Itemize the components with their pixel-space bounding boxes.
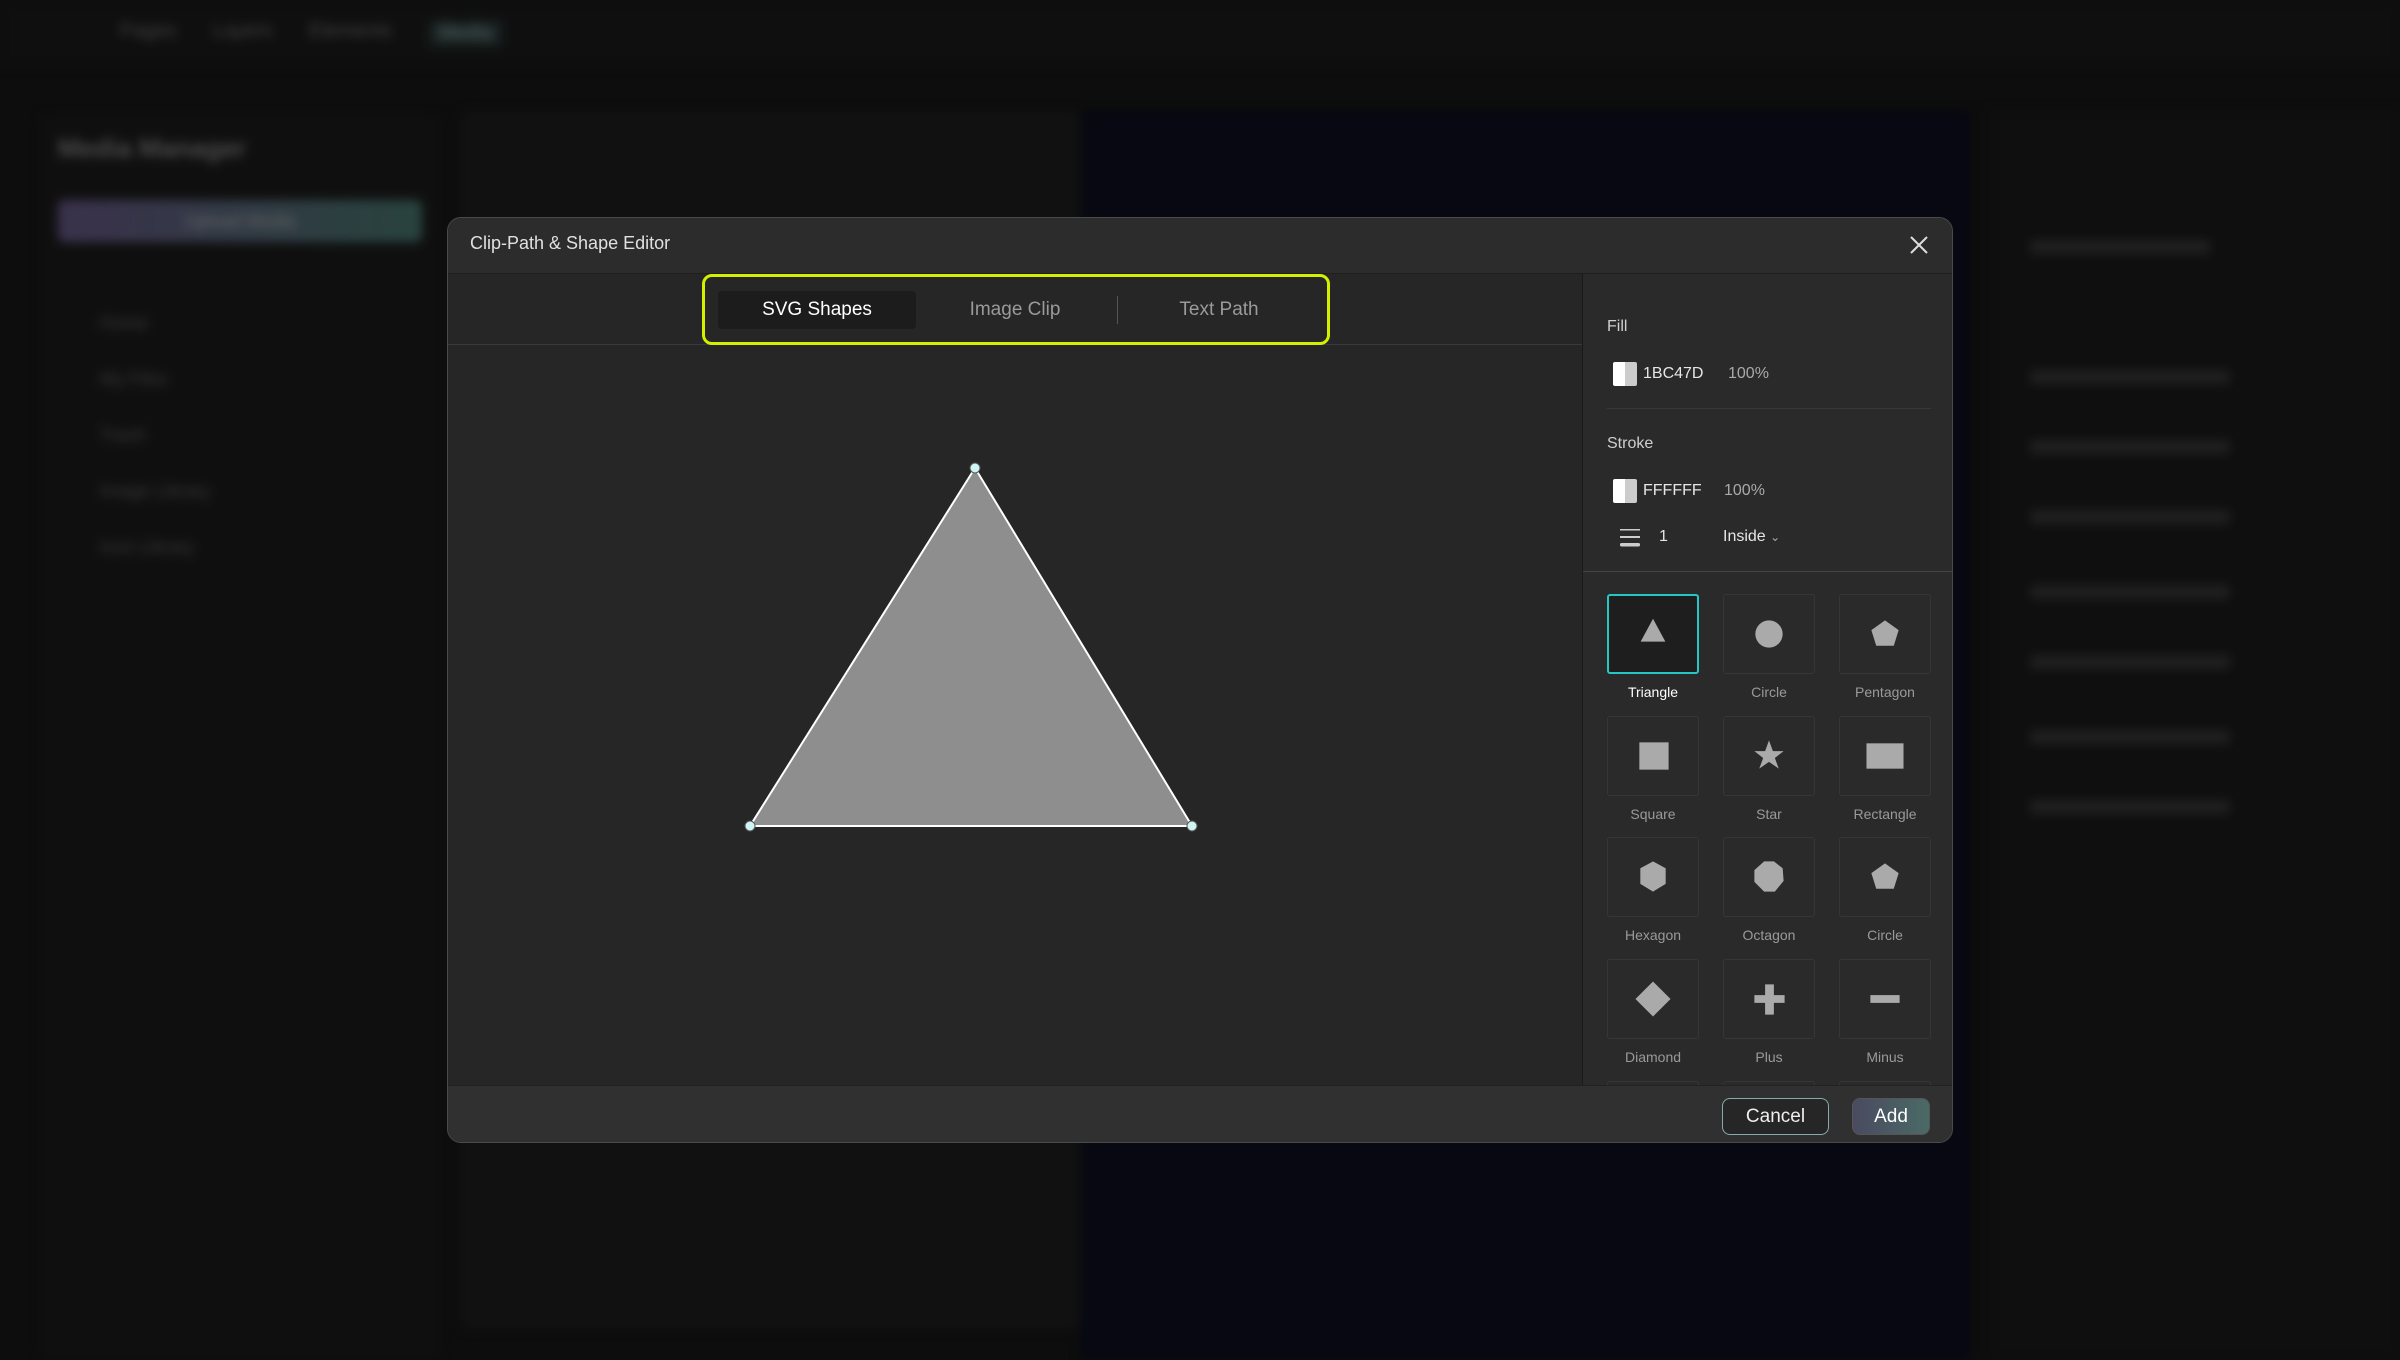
star-shape-icon: [1754, 740, 1784, 769]
shape-option-octagon[interactable]: [1723, 837, 1815, 917]
triangle-shape[interactable]: [748, 466, 1194, 827]
shape-option-label: Pentagon: [1855, 684, 1915, 700]
divider: [1583, 571, 1952, 572]
fill-hex[interactable]: 1BC47D: [1643, 365, 1703, 383]
stroke-position-value: Inside: [1723, 528, 1766, 545]
stroke-label: Stroke: [1607, 435, 1654, 452]
cancel-button[interactable]: Cancel: [1722, 1098, 1829, 1135]
fill-label: Fill: [1607, 318, 1628, 335]
pentagon-shape-icon: [1871, 620, 1899, 646]
fill-swatch[interactable]: [1613, 362, 1637, 386]
shape-option-hexagon[interactable]: [1607, 837, 1699, 917]
square-shape-icon: [1639, 742, 1669, 770]
dialog-title: Clip-Path & Shape Editor: [470, 233, 671, 253]
stroke-position-select[interactable]: Inside ⌄: [1723, 528, 1780, 546]
chevron-down-icon: ⌄: [1770, 530, 1781, 544]
octagon-shape-icon: [1754, 861, 1784, 892]
stroke-hex[interactable]: FFFFFF: [1643, 482, 1702, 500]
shape-canvas[interactable]: [448, 345, 1582, 1085]
shape-option-circle[interactable]: [1839, 837, 1931, 917]
stroke-weight-icon: [1620, 529, 1640, 547]
tabs-bar: SVG Shapes Image Clip Text Path: [448, 274, 1582, 345]
vertex-handle[interactable]: [744, 820, 756, 832]
triangle-shape-icon: [1640, 618, 1666, 642]
stroke-width-value[interactable]: 1: [1659, 528, 1668, 546]
tab-text-path[interactable]: Text Path: [1120, 291, 1318, 329]
tab-divider: [1117, 296, 1118, 324]
stroke-swatch[interactable]: [1613, 479, 1637, 503]
shape-option-label: Minus: [1866, 1049, 1904, 1065]
diamond-shape-icon: [1635, 981, 1671, 1017]
dialog-footer: Cancel Add: [448, 1085, 1952, 1142]
shape-option-label: Hexagon: [1624, 927, 1682, 943]
fill-opacity[interactable]: 100%: [1728, 365, 1769, 383]
shape-option-label: Circle: [1751, 684, 1787, 700]
shape-option-minus[interactable]: [1839, 959, 1931, 1039]
add-button[interactable]: Add: [1852, 1098, 1930, 1135]
shape-option-label: Plus: [1755, 1049, 1783, 1065]
shape-properties-sidebar: Fill 1BC47D 100% Stroke FFFFFF 100% 1 In…: [1582, 274, 1952, 1085]
close-icon[interactable]: [1904, 230, 1934, 260]
tab-image-clip[interactable]: Image Clip: [916, 291, 1114, 329]
hexagon-shape-icon: [1640, 861, 1666, 892]
stroke-opacity[interactable]: 100%: [1724, 482, 1765, 500]
shape-option-square[interactable]: [1607, 716, 1699, 796]
circle-shape-icon: [1755, 620, 1783, 648]
vertex-handle[interactable]: [1186, 820, 1198, 832]
circle-shape-icon: [1871, 863, 1899, 889]
shape-option-star[interactable]: [1723, 716, 1815, 796]
shape-option-label: Star: [1756, 806, 1782, 822]
shape-option-diamond[interactable]: [1607, 959, 1699, 1039]
vertex-handle[interactable]: [969, 462, 981, 474]
tab-svg-shapes[interactable]: SVG Shapes: [718, 291, 916, 329]
shape-option-label: Octagon: [1742, 927, 1796, 943]
shape-option-label: Triangle: [1627, 684, 1679, 700]
shape-option-circle[interactable]: [1723, 594, 1815, 674]
rectangle-shape-icon: [1866, 743, 1904, 769]
minus-shape-icon: [1870, 995, 1900, 1003]
shape-option-label: Circle: [1867, 927, 1903, 943]
shape-option-plus[interactable]: [1723, 959, 1815, 1039]
shape-option-pentagon[interactable]: [1839, 594, 1931, 674]
clip-path-shape-editor-dialog: Clip-Path & Shape Editor SVG Shapes Imag…: [447, 217, 1953, 1143]
dialog-header: Clip-Path & Shape Editor: [448, 218, 1952, 274]
shape-option-rectangle[interactable]: [1839, 716, 1931, 796]
divider: [1607, 408, 1931, 409]
shape-option-triangle[interactable]: [1607, 594, 1699, 674]
plus-shape-icon: [1754, 984, 1785, 1015]
shape-option-label: Square: [1630, 806, 1676, 822]
shape-option-label: Rectangle: [1853, 806, 1917, 822]
shape-option-label: Diamond: [1624, 1049, 1682, 1065]
